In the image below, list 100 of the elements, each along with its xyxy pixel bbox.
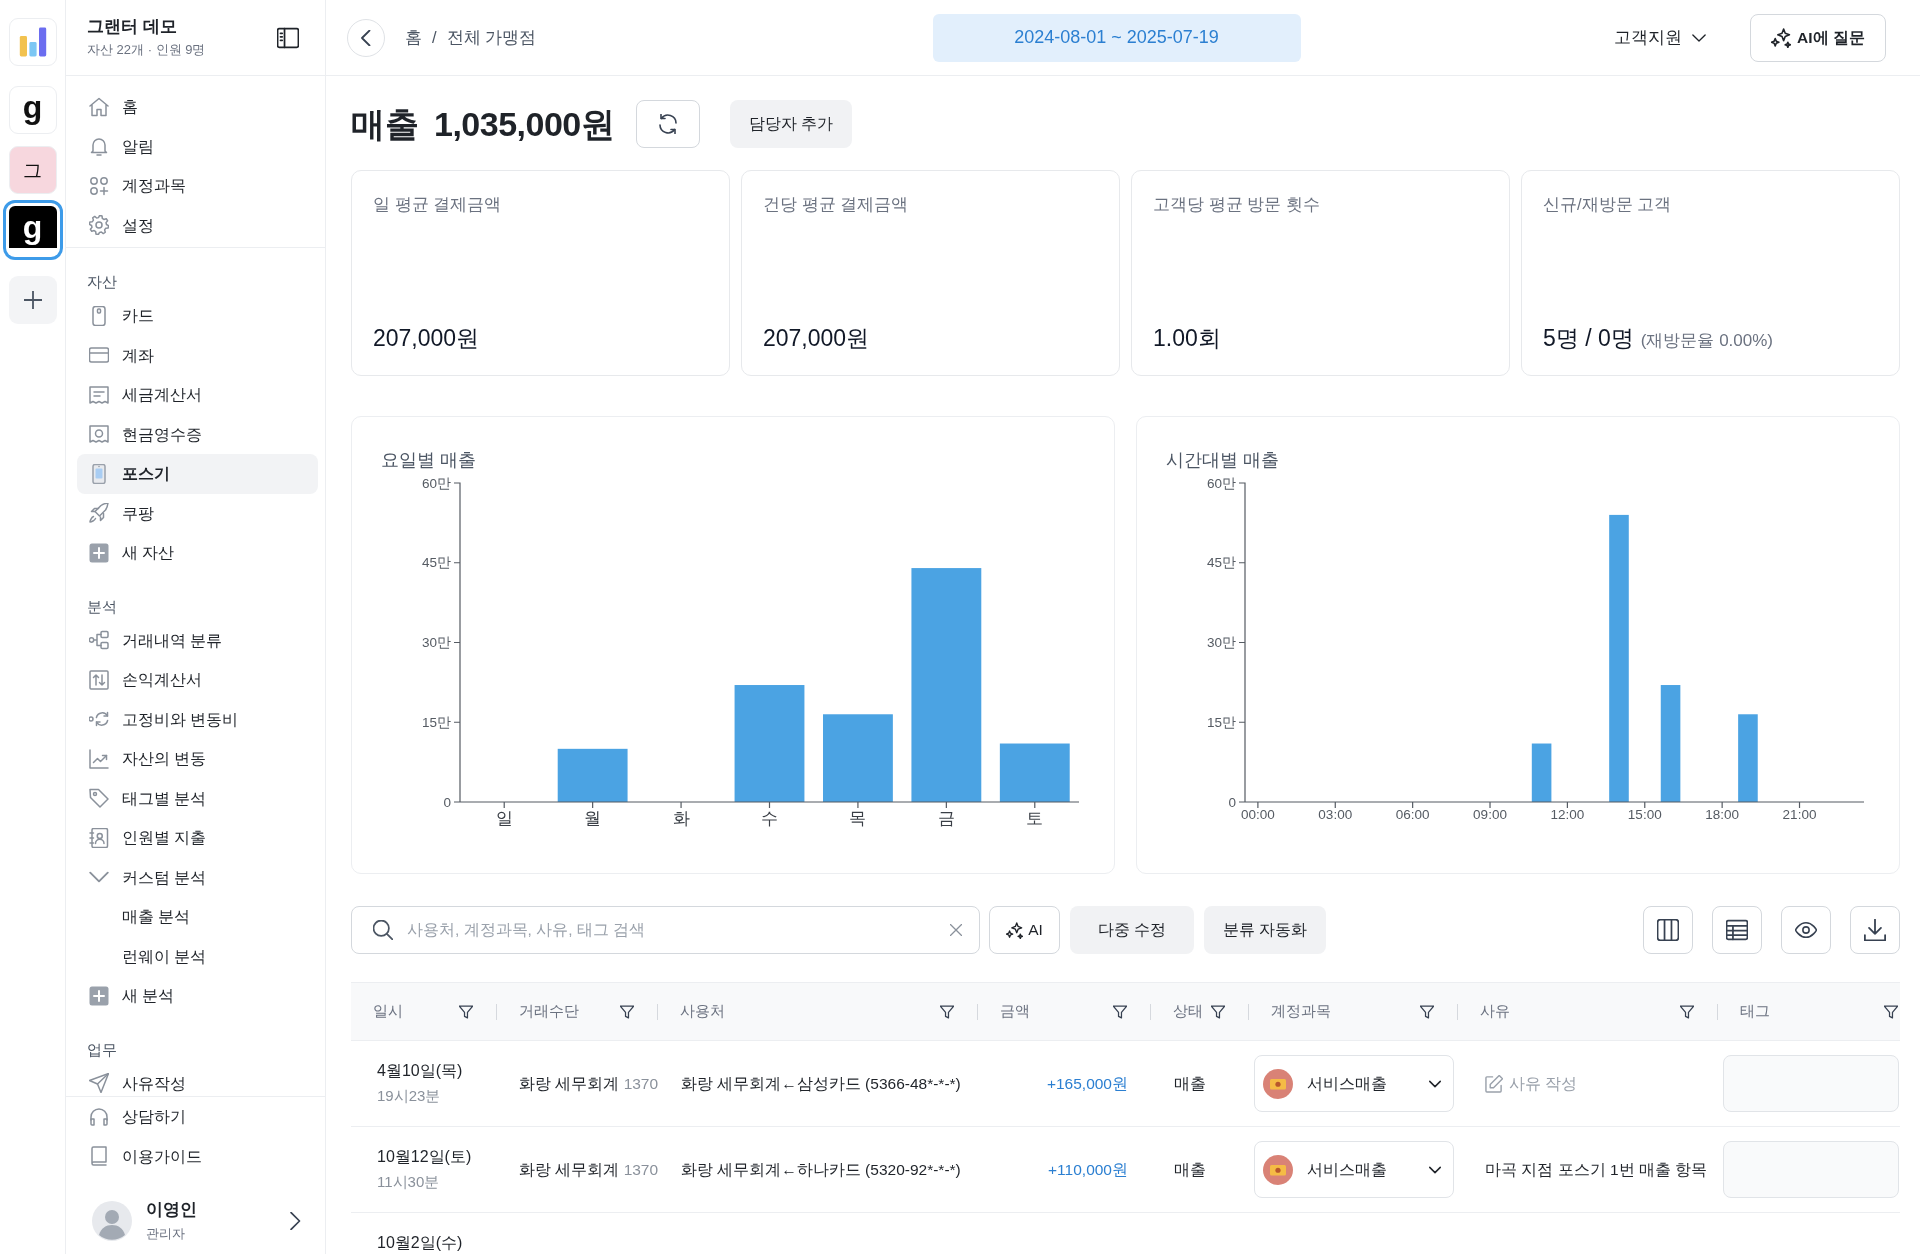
search-icon bbox=[373, 920, 393, 940]
column-header[interactable]: 사유 bbox=[1480, 1000, 1510, 1023]
kpi-note: (재방문율 0.00%) bbox=[1640, 329, 1773, 352]
sidebar-item[interactable]: 커스텀 분석 bbox=[77, 857, 318, 897]
sidebar-item[interactable]: 설정 bbox=[77, 205, 318, 245]
close-icon[interactable] bbox=[950, 924, 962, 936]
flow-icon bbox=[89, 630, 109, 651]
sidebar-item[interactable]: 포스기 bbox=[77, 454, 318, 494]
sidebar-item[interactable]: 카드 bbox=[77, 296, 318, 336]
settings-icon bbox=[89, 215, 109, 236]
sidebar-item[interactable]: 손익계산서 bbox=[77, 660, 318, 700]
auto-classify-button[interactable]: 분류 자동화 bbox=[1204, 906, 1326, 954]
sidebar-item[interactable]: 계좌 bbox=[77, 335, 318, 375]
ai-button[interactable]: AI bbox=[989, 906, 1060, 954]
support-menu[interactable]: 고객지원 bbox=[1614, 25, 1706, 50]
columns-button[interactable] bbox=[1643, 906, 1693, 954]
rocket-icon bbox=[89, 503, 109, 524]
tick-label: 06:00 bbox=[1395, 807, 1430, 822]
tick-label: 30만 bbox=[1206, 635, 1236, 650]
sidebar-item[interactable]: 홈 bbox=[77, 87, 318, 127]
chart-title: 시간대별 매출 bbox=[1165, 449, 1280, 471]
filter-icon[interactable] bbox=[940, 1004, 954, 1019]
filter-icon[interactable] bbox=[1884, 1004, 1898, 1019]
sidebar-item[interactable]: 세금계산서 bbox=[77, 375, 318, 415]
amount-text: +165,000원 bbox=[1046, 1073, 1128, 1094]
pencil-icon bbox=[1485, 1074, 1503, 1093]
chart-bar bbox=[999, 743, 1070, 802]
ask-ai-button[interactable]: AI에 질문 bbox=[1750, 13, 1886, 62]
bell-icon bbox=[89, 136, 109, 157]
payment-method: 화랑 세무회계 1370 bbox=[519, 1073, 659, 1094]
column-header[interactable]: 상태 bbox=[1173, 1000, 1203, 1023]
back-button[interactable] bbox=[347, 18, 385, 57]
column-header[interactable]: 사용처 bbox=[680, 1000, 725, 1023]
tag-icon bbox=[89, 788, 109, 809]
date-range-picker[interactable]: 2024-08-01 ~ 2025-07-19 bbox=[932, 13, 1301, 62]
bulk-edit-button[interactable]: 다중 수정 bbox=[1070, 906, 1194, 954]
column-header[interactable]: 일시 bbox=[373, 1000, 403, 1023]
panel-icon[interactable] bbox=[277, 26, 299, 49]
sidebar-item[interactable]: 쿠팡 bbox=[77, 493, 318, 533]
status-text: 매출 bbox=[1174, 1159, 1206, 1180]
sidebar-item[interactable]: 새 분석 bbox=[77, 976, 318, 1016]
sidebar-item[interactable]: 이용가이드 bbox=[77, 1136, 318, 1176]
refresh-button[interactable] bbox=[636, 100, 701, 148]
add-workspace-button[interactable] bbox=[8, 276, 57, 324]
plus-icon bbox=[23, 291, 42, 309]
refresh-icon bbox=[658, 114, 679, 134]
kpi-value: 207,000원 bbox=[373, 324, 480, 353]
filter-icon[interactable] bbox=[1680, 1004, 1694, 1019]
reason-text: 마곡 지점 포스기 1번 매출 항목 bbox=[1485, 1159, 1708, 1180]
sidebar-item[interactable]: 현금영수증 bbox=[77, 414, 318, 454]
receipt-icon bbox=[89, 424, 109, 445]
kpi-label: 고객당 평균 방문 횟수 bbox=[1153, 194, 1321, 215]
filter-icon[interactable] bbox=[459, 1004, 473, 1019]
filter-icon[interactable] bbox=[1420, 1004, 1434, 1019]
sidebar-item[interactable]: 사유작성 bbox=[77, 1063, 318, 1096]
sidebar-item[interactable]: 거래내역 분류 bbox=[77, 620, 318, 660]
column-header[interactable]: 금액 bbox=[1000, 1000, 1030, 1023]
workspace-button[interactable]: g bbox=[2, 200, 63, 260]
banknote-icon bbox=[1263, 1154, 1293, 1185]
time-text: 11시30분 bbox=[377, 1172, 440, 1192]
filter-icon[interactable] bbox=[1113, 1004, 1127, 1019]
column-header[interactable]: 거래수단 bbox=[519, 1000, 579, 1023]
sidebar-item[interactable]: 런웨이 분석 bbox=[77, 936, 318, 976]
tag-field[interactable] bbox=[1723, 1141, 1899, 1198]
contact-book-icon bbox=[89, 827, 109, 848]
workspace-button[interactable]: 그 bbox=[8, 146, 57, 194]
tick-label: 15만 bbox=[421, 714, 451, 730]
workspace-button[interactable]: g bbox=[8, 86, 57, 134]
axis-label: 화 bbox=[672, 809, 690, 827]
sidebar-item[interactable]: 인원별 지출 bbox=[77, 818, 318, 858]
sidebar-item[interactable]: 자산의 변동 bbox=[77, 739, 318, 779]
kpi-value: 207,000원 bbox=[763, 324, 870, 353]
plus-icon bbox=[89, 542, 109, 563]
sidebar-item[interactable]: 고정비와 변동비 bbox=[77, 699, 318, 739]
sidebar-item[interactable]: 계정과목 bbox=[77, 166, 318, 206]
download-button[interactable] bbox=[1850, 906, 1900, 954]
breadcrumb-separator: / bbox=[432, 27, 437, 49]
column-header[interactable]: 계정과목 bbox=[1271, 1000, 1331, 1023]
filter-icon[interactable] bbox=[1211, 1004, 1225, 1019]
sidebar-item[interactable]: 알림 bbox=[77, 126, 318, 166]
sidebar-item[interactable]: 상담하기 bbox=[77, 1097, 318, 1137]
tag-field[interactable] bbox=[1723, 1055, 1899, 1112]
table-view-button[interactable] bbox=[1712, 906, 1762, 954]
axis-label: 토 bbox=[1026, 809, 1044, 827]
breadcrumb-link[interactable]: 홈 bbox=[405, 25, 422, 50]
sidebar-item[interactable]: 매출 분석 bbox=[77, 897, 318, 937]
section-heading: 자산 bbox=[86, 272, 117, 292]
assign-button[interactable]: 담당자 추가 bbox=[730, 100, 853, 148]
category-select[interactable]: 서비스매출 bbox=[1254, 1055, 1454, 1112]
column-header[interactable]: 태그 bbox=[1740, 1000, 1770, 1023]
search-field[interactable]: 사용처, 계정과목, 사유, 태그 검색 bbox=[351, 906, 980, 954]
tick-label: 15만 bbox=[1206, 714, 1236, 730]
category-select[interactable]: 서비스매출 bbox=[1254, 1141, 1454, 1198]
visibility-button[interactable] bbox=[1781, 906, 1831, 954]
tick-label: 15:00 bbox=[1627, 807, 1662, 822]
sidebar-item[interactable]: 태그별 분석 bbox=[77, 778, 318, 818]
bar-chart-icon[interactable] bbox=[8, 18, 57, 66]
workspace-subtitle: 자산 22개 · 인원 9명 bbox=[87, 41, 206, 59]
sidebar-item[interactable]: 새 자산 bbox=[77, 533, 318, 573]
filter-icon[interactable] bbox=[620, 1004, 634, 1019]
